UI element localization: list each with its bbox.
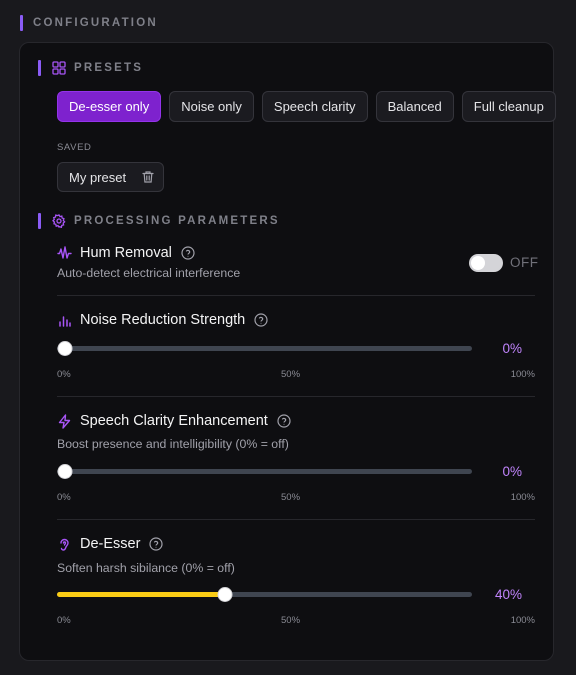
slider-track bbox=[57, 469, 472, 474]
hum-removal-toggle[interactable] bbox=[469, 254, 503, 272]
preset-noise-only[interactable]: Noise only bbox=[169, 91, 254, 122]
preset-speech-clarity[interactable]: Speech clarity bbox=[261, 91, 368, 122]
de-esser-label: De-Esser bbox=[80, 536, 141, 552]
scale-max: 100% bbox=[510, 369, 535, 380]
waveform-icon bbox=[57, 245, 72, 261]
de-esser-description: Soften harsh sibilance (0% = off) bbox=[57, 561, 235, 575]
scale-max: 100% bbox=[510, 492, 535, 503]
divider bbox=[57, 295, 535, 296]
ear-icon bbox=[57, 537, 72, 552]
gear-icon bbox=[52, 214, 66, 228]
speech-clarity-header: Speech Clarity Enhancement bbox=[57, 411, 291, 431]
presets-header: PRESETS bbox=[38, 59, 143, 77]
toggle-knob bbox=[471, 256, 485, 270]
help-circle-icon[interactable] bbox=[254, 313, 268, 327]
slider-thumb[interactable] bbox=[57, 341, 72, 356]
de-esser-scale: 0% 50% 100% bbox=[57, 615, 535, 627]
accent-bar bbox=[38, 213, 41, 229]
configuration-header: CONFIGURATION bbox=[20, 14, 158, 32]
de-esser-header: De-Esser bbox=[57, 534, 164, 554]
scale-mid: 50% bbox=[281, 492, 301, 503]
scale-mid: 50% bbox=[281, 369, 301, 380]
trash-icon[interactable] bbox=[141, 170, 155, 184]
divider bbox=[57, 519, 535, 520]
preset-full-cleanup[interactable]: Full cleanup bbox=[461, 91, 556, 122]
speech-clarity-slider[interactable] bbox=[57, 463, 472, 481]
preset-list: De-esser only Noise only Speech clarity … bbox=[57, 91, 564, 122]
preset-balanced[interactable]: Balanced bbox=[375, 91, 454, 122]
scale-min: 0% bbox=[57, 492, 71, 503]
hum-removal-header: Hum Removal bbox=[57, 243, 195, 263]
section-title: CONFIGURATION bbox=[33, 17, 158, 29]
noise-reduction-scale: 0% 50% 100% bbox=[57, 369, 535, 381]
help-circle-icon[interactable] bbox=[149, 537, 164, 551]
slider-fill bbox=[57, 592, 225, 597]
presets-title: PRESETS bbox=[74, 62, 144, 74]
noise-reduction-label: Noise Reduction Strength bbox=[80, 312, 246, 328]
hum-removal-label: Hum Removal bbox=[80, 245, 172, 261]
noise-reduction-value: 0% bbox=[502, 341, 522, 356]
de-esser-value: 40% bbox=[494, 587, 522, 602]
bar-chart-icon bbox=[57, 313, 72, 328]
processing-title: PROCESSING PARAMETERS bbox=[74, 215, 280, 227]
speech-clarity-value: 0% bbox=[502, 464, 522, 479]
saved-preset-chip[interactable]: My preset bbox=[57, 162, 164, 192]
hum-removal-description: Auto-detect electrical interference bbox=[57, 266, 241, 280]
scale-mid: 50% bbox=[281, 615, 301, 626]
accent-bar bbox=[20, 15, 23, 31]
speech-clarity-scale: 0% 50% 100% bbox=[57, 492, 535, 504]
hum-removal-state: OFF bbox=[510, 255, 539, 270]
help-circle-icon[interactable] bbox=[181, 246, 195, 260]
slider-track bbox=[57, 346, 472, 351]
noise-reduction-slider[interactable] bbox=[57, 340, 472, 358]
accent-bar bbox=[38, 60, 41, 76]
processing-header: PROCESSING PARAMETERS bbox=[38, 212, 280, 230]
divider bbox=[57, 396, 535, 397]
saved-preset-name: My preset bbox=[69, 169, 127, 185]
slider-thumb[interactable] bbox=[217, 587, 232, 602]
slider-thumb[interactable] bbox=[57, 464, 72, 479]
grid-icon bbox=[52, 61, 66, 75]
scale-max: 100% bbox=[510, 615, 535, 626]
de-esser-slider[interactable] bbox=[57, 586, 472, 604]
noise-reduction-header: Noise Reduction Strength bbox=[57, 310, 268, 330]
scale-min: 0% bbox=[57, 615, 71, 626]
speech-clarity-description: Boost presence and intelligibility (0% =… bbox=[57, 437, 289, 451]
speech-clarity-label: Speech Clarity Enhancement bbox=[80, 413, 268, 429]
help-circle-icon[interactable] bbox=[277, 414, 291, 428]
configuration-card: PRESETS De-esser only Noise only Speech … bbox=[19, 42, 556, 661]
scale-min: 0% bbox=[57, 369, 71, 380]
preset-de-esser-only[interactable]: De-esser only bbox=[57, 91, 162, 122]
lightning-icon bbox=[57, 413, 72, 429]
saved-label: SAVED bbox=[57, 142, 92, 153]
